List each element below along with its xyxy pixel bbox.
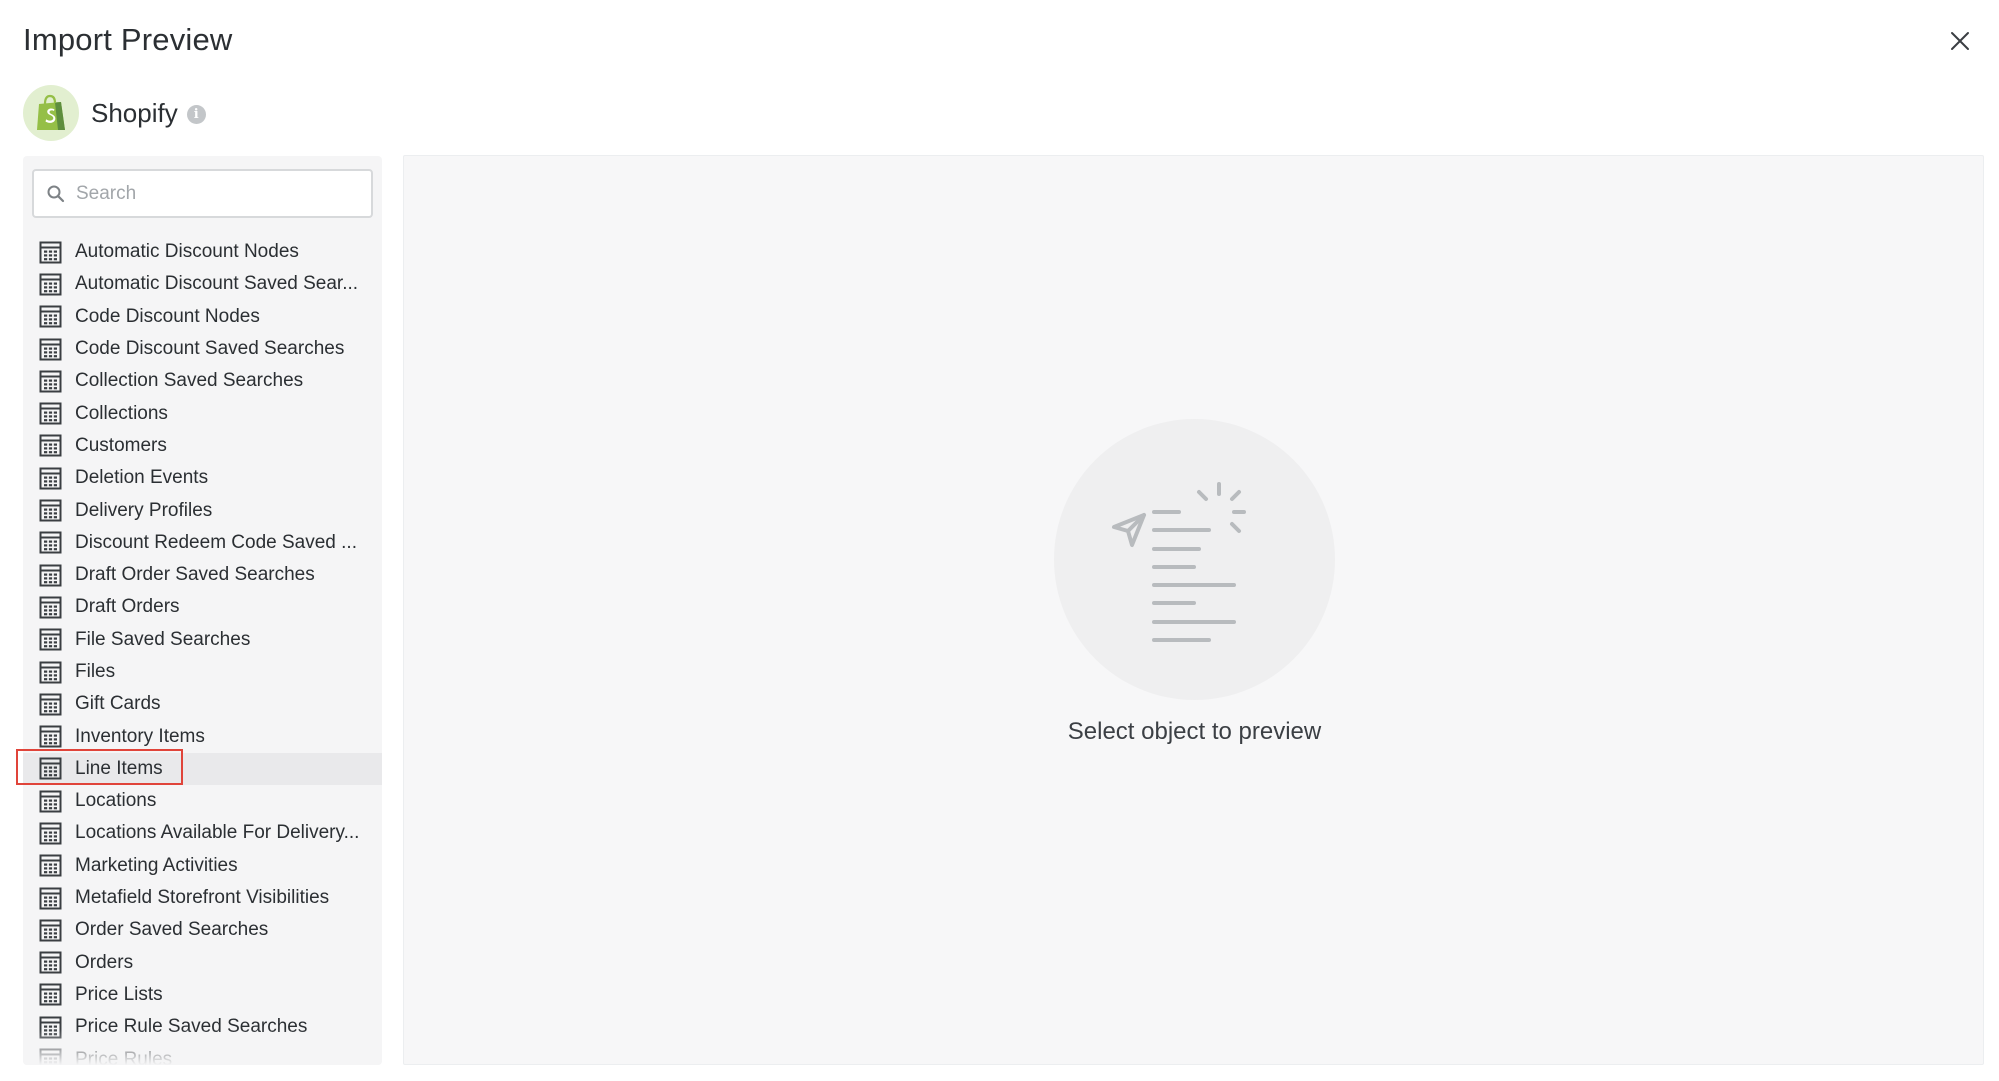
connector-name: Shopify [91,97,178,128]
search-input[interactable] [76,182,366,205]
object-list-item[interactable]: Automatic Discount Nodes [23,236,382,268]
object-list-item[interactable]: Orders [23,947,382,979]
search-icon [46,184,66,204]
table-icon [39,338,62,361]
object-list-item-label: Metafield Storefront Visibilities [75,887,330,909]
table-icon [39,693,62,716]
table-icon [39,854,62,877]
table-icon [39,790,62,813]
object-list-item[interactable]: File Saved Searches [23,624,382,656]
object-list-item-label: Gift Cards [75,693,161,715]
object-list-item-label: Orders [75,951,134,973]
object-list-item[interactable]: Draft Order Saved Searches [23,559,382,591]
object-list-item[interactable]: Automatic Discount Saved Sear... [23,268,382,300]
table-icon [39,273,62,296]
object-list-item-label: Line Items [75,757,163,779]
table-icon [39,467,62,490]
close-icon [1951,32,1969,50]
object-list-item[interactable]: Code Discount Nodes [23,301,382,333]
object-list-item-label: Price Lists [75,983,163,1005]
table-icon [39,370,62,393]
table-icon [39,628,62,651]
object-list-item[interactable]: Metafield Storefront Visibilities [23,882,382,914]
table-icon [39,757,62,780]
close-button[interactable] [1946,27,1974,55]
object-list-item-label: Delivery Profiles [75,499,213,521]
table-icon [39,661,62,684]
table-icon [39,951,62,974]
connector-header: Shopify i [23,85,206,141]
object-list-item[interactable]: Locations [23,785,382,817]
object-list-item-label: Draft Order Saved Searches [75,564,315,586]
table-icon [39,531,62,554]
object-list-item[interactable]: Inventory Items [23,720,382,752]
object-list-item-label: Price Rules [75,1048,173,1065]
object-list-item[interactable]: Delivery Profiles [23,494,382,526]
object-list-item-label: Code Discount Saved Searches [75,338,345,360]
object-list-item-selected[interactable]: Line Items [23,752,382,786]
table-icon [39,402,62,425]
object-list-item[interactable]: Collections [23,397,382,429]
search-box [32,169,373,218]
table-icon [39,919,62,942]
object-list-item-label: Draft Orders [75,596,180,618]
table-icon [39,596,62,619]
object-list-item-label: Marketing Activities [75,854,238,876]
object-list-item-label: Automatic Discount Saved Sear... [75,273,359,295]
table-icon [39,499,62,522]
table-icon [39,822,62,845]
object-list-item[interactable]: Marketing Activities [23,850,382,882]
object-list-item[interactable]: Collection Saved Searches [23,365,382,397]
object-list-item[interactable]: Order Saved Searches [23,914,382,946]
object-list-item-label: Code Discount Nodes [75,305,260,327]
object-list-item-label: Automatic Discount Nodes [75,241,299,263]
table-icon [39,1016,62,1039]
object-list-item[interactable]: Price Rule Saved Searches [23,1011,382,1043]
import-preview-dialog: Import Preview Shopify i Search Automati… [0,0,1999,1081]
object-list-item[interactable]: Gift Cards [23,688,382,720]
table-icon [39,564,62,587]
object-list-item[interactable]: Files [23,656,382,688]
object-list-item-label: Order Saved Searches [75,919,269,941]
object-list-item[interactable]: Discount Redeem Code Saved ... [23,527,382,559]
object-list-item-label: Deletion Events [75,467,209,489]
table-icon [39,1048,62,1065]
object-list-item[interactable]: Customers [23,430,382,462]
object-list-item-label: Collection Saved Searches [75,370,304,392]
send-document-icon [1112,482,1246,642]
object-list-panel: Automatic Discount Nodes Automatic Disco… [23,156,382,1065]
table-icon [39,983,62,1006]
object-list-item[interactable]: Code Discount Saved Searches [23,333,382,365]
empty-state-message: Select object to preview [1067,718,1322,745]
object-list-item-label: Locations [75,790,157,812]
empty-state-illustration [1054,419,1335,700]
object-list-item[interactable]: Price Rules [23,1043,382,1065]
shopify-bag-icon [37,94,65,130]
info-icon[interactable]: i [186,104,206,124]
table-icon [39,434,62,457]
object-list-item-label: File Saved Searches [75,628,251,650]
object-list-item-label: Customers [75,434,167,456]
table-icon [39,305,62,328]
table-icon [39,887,62,910]
object-list-item-label: Files [75,661,116,682]
object-list-item-label: Inventory Items [75,725,205,747]
object-list: Automatic Discount Nodes Automatic Disco… [23,236,382,1065]
object-list-item[interactable]: Draft Orders [23,591,382,623]
preview-panel: Select object to preview [403,155,1984,1065]
table-icon [39,725,62,748]
object-list-item[interactable]: Deletion Events [23,462,382,494]
table-icon [39,241,62,264]
object-list-item-label: Discount Redeem Code Saved ... [75,531,357,553]
object-list-item[interactable]: Locations Available For Delivery... [23,817,382,849]
object-list-item-label: Locations Available For Delivery... [75,822,360,844]
object-list-item[interactable]: Price Lists [23,979,382,1011]
object-list-item-label: Price Rule Saved Searches [75,1016,308,1038]
dialog-title: Import Preview [23,22,233,57]
connector-logo [23,85,79,141]
object-list-item-label: Collections [75,402,168,424]
